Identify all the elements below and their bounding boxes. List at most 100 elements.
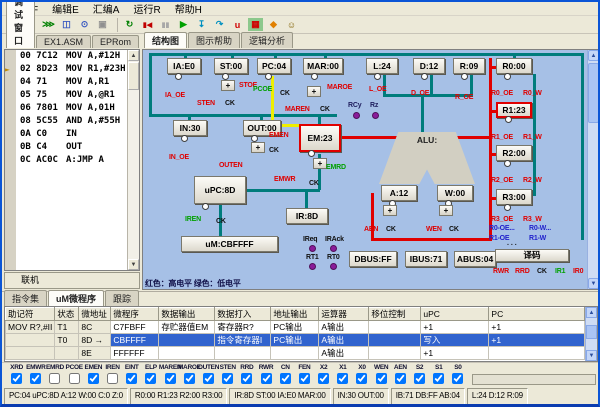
diagram-node[interactable]: + xyxy=(221,80,235,91)
diagram-node[interactable]: uPC:8D xyxy=(194,176,246,204)
column-header[interactable]: 微地址 xyxy=(79,308,111,321)
diagram-node[interactable]: + xyxy=(313,158,327,169)
diagram-node[interactable]: R_OE xyxy=(455,94,473,101)
diagram-node[interactable]: R:09 xyxy=(453,58,485,74)
diagram-node[interactable]: CK xyxy=(309,180,319,187)
alu-block[interactable]: ALU: xyxy=(379,132,475,184)
signal-checkbox[interactable] xyxy=(318,373,329,384)
diagram-node[interactable]: MAREN xyxy=(285,106,310,113)
reset-icon[interactable]: ▮◀ xyxy=(139,17,156,32)
diagram-node[interactable]: IN:30 xyxy=(173,120,207,136)
signal-checkbox[interactable] xyxy=(145,373,156,384)
signal-checkbox[interactable] xyxy=(165,373,176,384)
menu-item[interactable]: 编辑E xyxy=(46,1,85,16)
diagram-node[interactable]: R0-W... xyxy=(529,225,551,232)
code-line[interactable]: 0B C4OUT xyxy=(5,141,139,154)
diagram-node[interactable]: + xyxy=(307,86,321,97)
column-header[interactable]: 状态 xyxy=(55,308,79,321)
diagram-node[interactable]: R1_W xyxy=(523,134,542,141)
diagram-node[interactable]: R2_W xyxy=(523,177,542,184)
diagram-node[interactable]: CK xyxy=(449,226,459,233)
code-line[interactable]: 08 5C55AND A,#55H xyxy=(5,115,139,128)
signal-checkbox[interactable] xyxy=(280,373,291,384)
pause-icon[interactable]: ▮▮ xyxy=(157,17,174,32)
tab-debug-window[interactable]: 调试窗口 xyxy=(6,0,35,48)
signal-checkbox[interactable] xyxy=(299,373,310,384)
table-scrollbar[interactable]: ▲ ▼ xyxy=(585,307,597,361)
code-line[interactable]: 0C AC0CA:JMP A xyxy=(5,154,139,167)
diagram-node[interactable]: R1-OE xyxy=(489,235,509,242)
tab-microprogram[interactable]: uM微程序 xyxy=(48,290,104,306)
micro-run-icon[interactable]: u xyxy=(229,17,246,32)
refresh-icon[interactable]: ↻ xyxy=(121,17,138,32)
disassemble-icon[interactable]: ◫ xyxy=(58,17,75,32)
step-over-icon[interactable]: ↷ xyxy=(211,17,228,32)
signal-checkbox[interactable] xyxy=(107,373,118,384)
diagram-node[interactable]: + xyxy=(439,205,453,216)
diagram-node[interactable]: R2:00 xyxy=(496,145,532,161)
signal-checkbox[interactable] xyxy=(241,373,252,384)
diagram-node[interactable]: MAR:00 xyxy=(303,58,343,74)
signal-checkbox[interactable] xyxy=(88,373,99,384)
diagram-node[interactable]: WEN xyxy=(426,226,442,233)
diagram-node[interactable]: + xyxy=(383,205,397,216)
table-row[interactable]: MOV R?,#IIT18C C7FBFF存贮器值EM寄存器R? PC输出A输出… xyxy=(6,321,585,334)
tab-graphic-help[interactable]: 图示帮助 xyxy=(188,32,240,48)
menu-item[interactable]: 帮助H xyxy=(169,1,208,16)
signal-checkbox[interactable] xyxy=(203,373,214,384)
diagram-node[interactable]: CK xyxy=(537,268,547,275)
diagram-node[interactable]: EMWR xyxy=(274,176,295,183)
scroll-up-icon[interactable]: ▲ xyxy=(586,307,597,318)
column-header[interactable]: 运算器 xyxy=(319,308,369,321)
diagram-node[interactable]: CK xyxy=(320,106,330,113)
diagram-node[interactable]: MAROE xyxy=(327,84,352,91)
diagram-node[interactable]: IR:8D xyxy=(286,208,328,224)
check-icon[interactable]: ▣ xyxy=(94,17,111,32)
tab-instruction-set[interactable]: 指令集 xyxy=(4,290,47,306)
diagram-node[interactable]: R3_OE xyxy=(491,216,513,223)
diagram-node[interactable]: PCOE xyxy=(253,86,272,93)
code-line[interactable]: 06 7801MOV A,01H xyxy=(5,102,139,115)
diagram-node[interactable]: ABUS:04 xyxy=(454,251,496,267)
signal-checkbox[interactable] xyxy=(30,373,41,384)
diagram-node[interactable]: RRD xyxy=(515,268,530,275)
menu-item[interactable]: 汇编A xyxy=(87,1,126,16)
diagram-node[interactable]: W:00 xyxy=(437,185,473,201)
diagram-node[interactable]: EM:23 xyxy=(299,124,341,152)
code-line[interactable]: 05 75MOV A,@R1 xyxy=(5,89,139,102)
diagram-node[interactable]: D:12 xyxy=(413,58,445,74)
diagram-node[interactable]: CK xyxy=(216,218,226,225)
column-header[interactable]: 助记符 xyxy=(6,308,55,321)
column-header[interactable]: 地址输出 xyxy=(271,308,319,321)
diagram-node[interactable]: IR1 xyxy=(555,268,565,275)
diagram-node[interactable]: R2_OE xyxy=(491,177,513,184)
scroll-down-icon[interactable]: ▼ xyxy=(588,278,599,289)
diagram-node[interactable]: R0_W xyxy=(523,90,542,97)
diagram-node[interactable]: A:12 xyxy=(381,185,417,201)
diagram-node[interactable]: R1:23 xyxy=(496,102,532,118)
signal-checkbox[interactable] xyxy=(49,373,60,384)
signal-checkbox[interactable] xyxy=(184,373,195,384)
diagram-node[interactable]: CK xyxy=(386,226,396,233)
diagram-node[interactable]: EMRD xyxy=(326,164,346,171)
diagram-node[interactable]: IRAck xyxy=(325,236,344,243)
code-line[interactable]: 00 7C12MOV A,#12H xyxy=(5,50,139,63)
scroll-thumb[interactable] xyxy=(586,325,597,339)
diagram-node[interactable]: ST:00 xyxy=(214,58,248,74)
diagram-node[interactable]: IREN xyxy=(185,216,201,223)
diagram-node[interactable]: CK xyxy=(269,147,279,154)
diagram-node[interactable]: R0-OE... xyxy=(489,225,515,232)
code-line[interactable]: 0A C0IN xyxy=(5,128,139,141)
signal-checkbox[interactable] xyxy=(261,373,272,384)
signal-checkbox[interactable] xyxy=(376,373,387,384)
diagram-node[interactable]: D_OE xyxy=(411,90,429,97)
tab-logic-analysis[interactable]: 逻辑分析 xyxy=(241,32,293,48)
table-row[interactable]: 8E FFFFFF A输出 +1 xyxy=(6,347,585,360)
diagram-node[interactable]: IBUS:71 xyxy=(405,251,447,267)
diagram-node[interactable]: L_OE xyxy=(369,86,386,93)
diagram-node[interactable]: CK xyxy=(280,90,290,97)
diagram-node[interactable]: uM:CBFFFF xyxy=(181,236,278,252)
code-scrollbar[interactable]: ▲ ▼ xyxy=(127,50,139,270)
column-header[interactable]: 数据输出 xyxy=(159,308,215,321)
signal-checkbox[interactable] xyxy=(414,373,425,384)
